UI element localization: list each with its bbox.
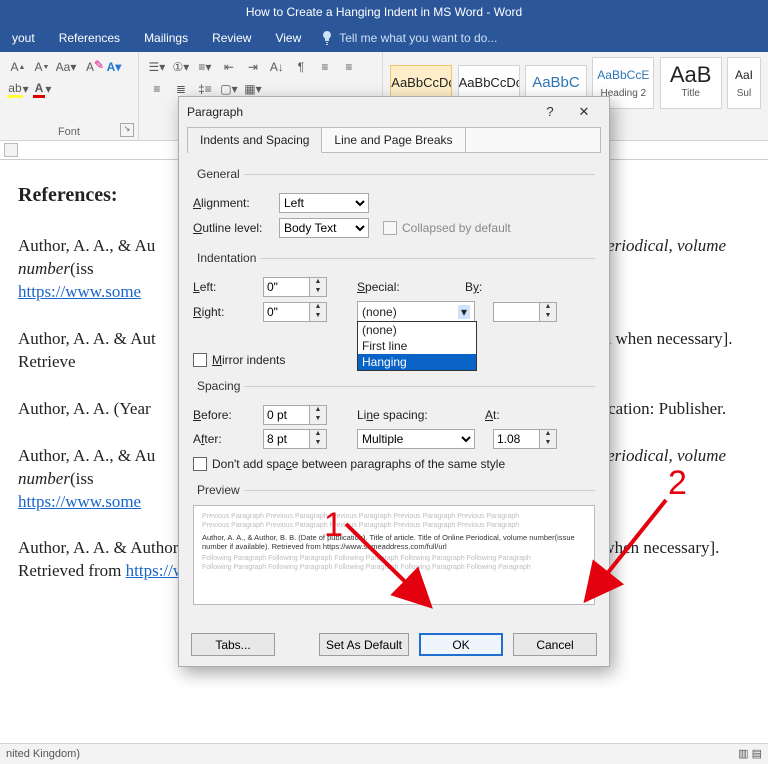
reference-link[interactable]: https://www.some	[18, 282, 141, 301]
at-spinner[interactable]: ▲▼	[493, 429, 557, 449]
ribbon-tab-layout[interactable]: yout	[0, 24, 47, 52]
dialog-button-row: Tabs... Set As Default OK Cancel	[179, 623, 609, 666]
section-label: Indentation	[193, 251, 260, 265]
align-center-icon[interactable]: ≡	[338, 57, 360, 77]
increase-indent-icon[interactable]: ⇥	[242, 57, 264, 77]
numbering-icon[interactable]: ①▾	[170, 57, 192, 77]
ribbon-tab-view[interactable]: View	[263, 24, 313, 52]
set-default-button[interactable]: Set As Default	[319, 633, 409, 656]
tabs-button[interactable]: Tabs...	[191, 633, 275, 656]
outline-level-select[interactable]: Body Text	[279, 218, 369, 238]
align-right-icon[interactable]: ≡	[146, 79, 168, 99]
chevron-down-icon: ▾	[458, 305, 470, 319]
window-title-bar: How to Create a Hanging Indent in MS Wor…	[0, 0, 768, 24]
section-label: General	[193, 167, 244, 181]
section-preview: Preview Previous Paragraph Previous Para…	[193, 483, 595, 607]
collapsed-checkbox: Collapsed by default	[383, 221, 511, 235]
section-label: Spacing	[193, 379, 244, 393]
help-button[interactable]: ?	[533, 100, 567, 124]
by-spinner[interactable]: ▲▼	[493, 302, 557, 322]
label-left-indent: Left:	[193, 280, 263, 294]
section-label: Preview	[193, 483, 244, 497]
reference-link[interactable]: https://www.some	[18, 492, 141, 511]
line-spacing-select[interactable]: Multiple	[357, 429, 475, 449]
label-by: By:	[465, 280, 515, 294]
dont-add-space-checkbox[interactable]: Don't add space between paragraphs of th…	[193, 457, 505, 471]
mirror-indents-checkbox[interactable]: Mirror indents	[193, 353, 285, 367]
special-indent-select[interactable]: (none)▾ (none) First line Hanging	[357, 301, 475, 323]
label-special: Special:	[357, 280, 465, 294]
style-subtitle[interactable]: AaISul	[727, 57, 761, 109]
window-title: How to Create a Hanging Indent in MS Wor…	[246, 5, 522, 19]
ribbon-group-font: A▲ A▼ Aa▾ A✎ A▾ ab▾ A▾ Font ↘	[0, 52, 139, 140]
label-before: Before:	[193, 408, 263, 422]
section-general: General Alignment: Left Outline level: B…	[193, 167, 595, 245]
group-label-font: Font	[0, 126, 138, 138]
dialog-title: Paragraph	[187, 105, 533, 119]
option-hanging[interactable]: Hanging	[358, 354, 476, 370]
option-first-line[interactable]: First line	[358, 338, 476, 354]
ribbon-tab-strip: yout References Mailings Review View Tel…	[0, 24, 768, 52]
close-icon[interactable]: ✕	[567, 100, 601, 124]
align-left-icon[interactable]: ≡	[314, 57, 336, 77]
ribbon-tab-review[interactable]: Review	[200, 24, 263, 52]
label-outline: Outline level:	[193, 221, 279, 235]
space-after-spinner[interactable]: ▲▼	[263, 429, 327, 449]
font-color-icon[interactable]: A▾	[31, 79, 53, 99]
label-at: At:	[485, 408, 571, 422]
show-marks-icon[interactable]: ¶	[290, 57, 312, 77]
cancel-button[interactable]: Cancel	[513, 633, 597, 656]
ok-button[interactable]: OK	[419, 633, 503, 656]
font-dialog-launcher-icon[interactable]: ↘	[120, 123, 134, 137]
label-right-indent: Right:	[193, 305, 263, 319]
highlight-icon[interactable]: ab▾	[7, 79, 29, 99]
change-case-icon[interactable]: Aa▾	[55, 57, 77, 77]
label-after: After:	[193, 432, 263, 446]
ruler-tab-selector[interactable]	[4, 143, 18, 157]
option-none[interactable]: (none)	[358, 322, 476, 338]
style-title[interactable]: AaBTitle	[660, 57, 722, 109]
clear-format-icon[interactable]: A✎	[79, 57, 101, 77]
space-before-spinner[interactable]: ▲▼	[263, 405, 327, 425]
decrease-indent-icon[interactable]: ⇤	[218, 57, 240, 77]
multilevel-list-icon[interactable]: ≡▾	[194, 57, 216, 77]
tell-me-placeholder: Tell me what you want to do...	[339, 31, 497, 45]
increase-font-icon[interactable]: A▲	[7, 57, 29, 77]
sort-icon[interactable]: A↓	[266, 57, 288, 77]
section-spacing: Spacing Before: ▲▼ Line spacing: At: Aft…	[193, 379, 595, 477]
label-alignment: Alignment:	[193, 196, 279, 210]
left-indent-spinner[interactable]: ▲▼	[263, 277, 327, 297]
alignment-select[interactable]: Left	[279, 193, 369, 213]
bullets-icon[interactable]: ☰▾	[146, 57, 168, 77]
dialog-title-bar[interactable]: Paragraph ? ✕	[179, 97, 609, 127]
special-indent-dropdown: (none) First line Hanging	[357, 321, 477, 371]
ribbon-tab-mailings[interactable]: Mailings	[132, 24, 200, 52]
ribbon-tab-references[interactable]: References	[47, 24, 132, 52]
paragraph-dialog: Paragraph ? ✕ Indents and Spacing Line a…	[178, 96, 610, 667]
tab-line-page-breaks[interactable]: Line and Page Breaks	[322, 128, 465, 152]
tab-indents-spacing[interactable]: Indents and Spacing	[188, 128, 322, 153]
lightbulb-icon	[321, 31, 333, 45]
label-line-spacing: Line spacing:	[357, 408, 485, 422]
view-controls[interactable]: ▥ ▤	[738, 744, 762, 764]
right-indent-spinner[interactable]: ▲▼	[263, 302, 327, 322]
tell-me-search[interactable]: Tell me what you want to do...	[321, 31, 497, 45]
text-effects-icon[interactable]: A▾	[103, 57, 125, 77]
status-language[interactable]: nited Kingdom)	[6, 744, 80, 764]
dialog-tabs: Indents and Spacing Line and Page Breaks	[187, 127, 601, 153]
status-bar: nited Kingdom) ▥ ▤	[0, 743, 768, 764]
section-indentation: Indentation Left: ▲▼ Special: By: Right:…	[193, 251, 595, 373]
decrease-font-icon[interactable]: A▼	[31, 57, 53, 77]
preview-box: Previous Paragraph Previous Paragraph Pr…	[193, 505, 595, 605]
